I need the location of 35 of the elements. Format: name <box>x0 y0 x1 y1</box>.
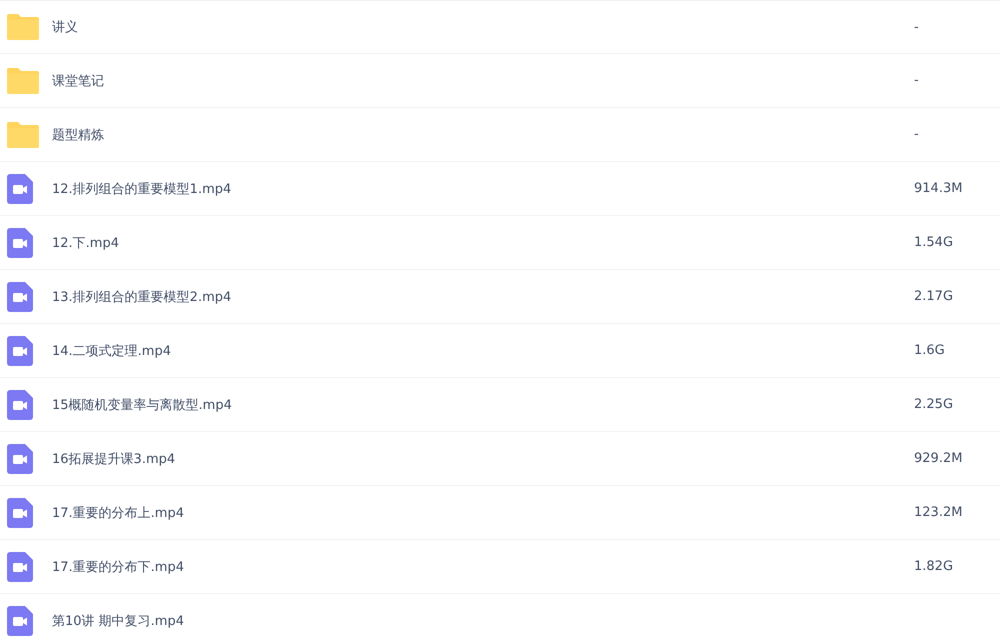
file-name[interactable]: 第10讲 期中复习.mp4 <box>52 612 184 630</box>
video-file-icon <box>7 498 33 528</box>
file-size: - <box>914 73 920 88</box>
file-name[interactable]: 课堂笔记 <box>52 72 104 90</box>
video-file-icon <box>7 606 33 636</box>
file-size: 2.25G <box>914 397 954 412</box>
file-name[interactable]: 12.下.mp4 <box>52 234 119 252</box>
video-file-icon <box>7 336 33 366</box>
folder-icon <box>7 122 39 148</box>
folder-icon <box>7 68 39 94</box>
file-name[interactable]: 12.排列组合的重要模型1.mp4 <box>52 180 232 198</box>
file-name[interactable]: 题型精炼 <box>52 126 104 144</box>
file-name[interactable]: 14.二项式定理.mp4 <box>52 342 171 360</box>
file-size: - <box>914 127 920 142</box>
file-name[interactable]: 讲义 <box>52 18 78 36</box>
video-file-icon <box>7 174 33 204</box>
file-size: 123.2M <box>914 505 964 520</box>
file-size: 929.2M <box>914 451 964 466</box>
file-size: 2.17G <box>914 289 954 304</box>
file-name[interactable]: 17.重要的分布上.mp4 <box>52 504 184 522</box>
file-name[interactable]: 15概随机变量率与离散型.mp4 <box>52 396 232 414</box>
video-file-icon <box>7 228 33 258</box>
file-name[interactable]: 13.排列组合的重要模型2.mp4 <box>52 288 232 306</box>
file-size: - <box>914 20 920 34</box>
video-file-icon <box>7 444 33 474</box>
file-size: 1.54G <box>914 235 954 250</box>
file-size: 914.3M <box>914 181 964 196</box>
file-size: 1.82G <box>914 559 954 574</box>
video-file-icon <box>7 282 33 312</box>
video-file-icon <box>7 390 33 420</box>
file-name[interactable]: 16拓展提升课3.mp4 <box>52 450 176 468</box>
file-name[interactable]: 17.重要的分布下.mp4 <box>52 558 184 576</box>
file-size: 1.6G <box>914 343 946 358</box>
folder-icon <box>7 14 39 40</box>
video-file-icon <box>7 552 33 582</box>
